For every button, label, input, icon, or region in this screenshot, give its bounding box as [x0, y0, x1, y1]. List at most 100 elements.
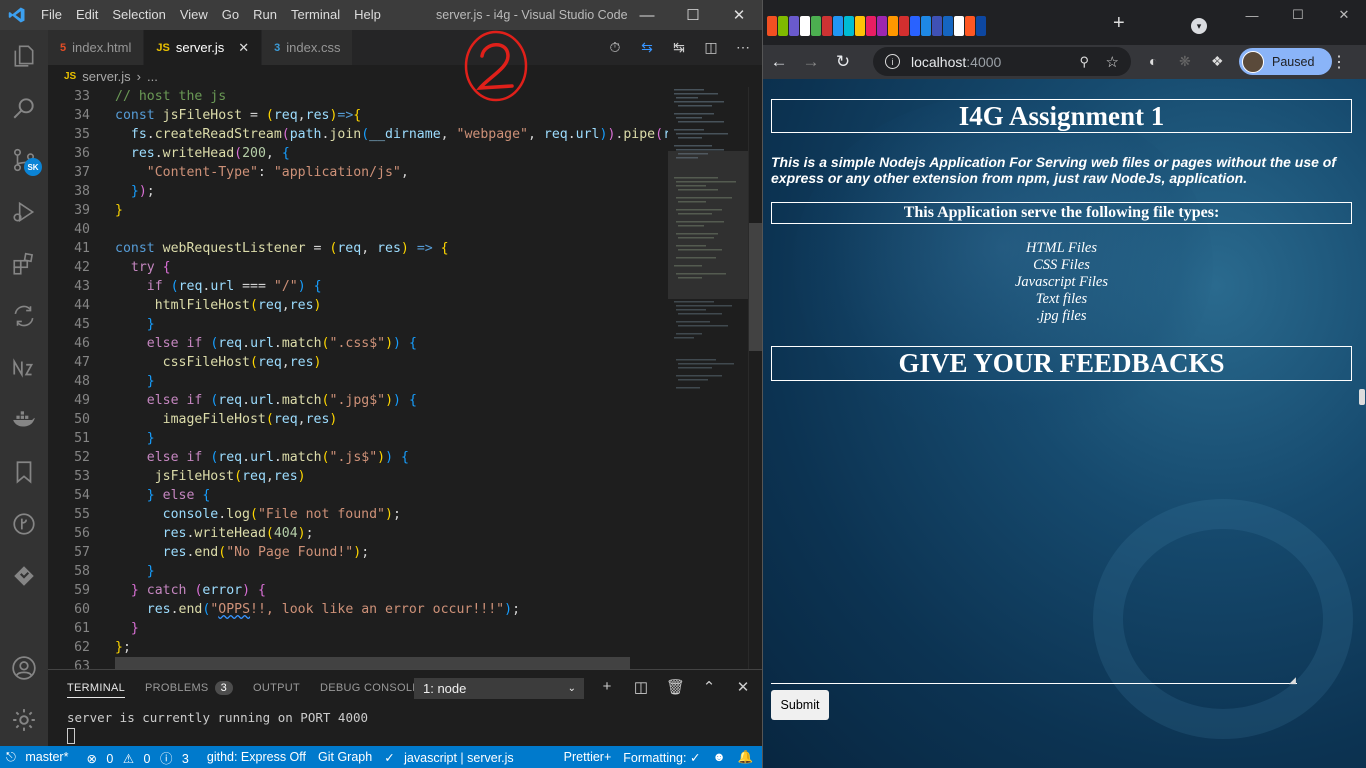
maximize-button[interactable]: ☐ — [1275, 0, 1321, 30]
split-editor-icon[interactable]: ◫ — [702, 39, 720, 56]
pinned-tab-favicon-icon[interactable] — [954, 16, 964, 36]
menu-selection[interactable]: Selection — [105, 0, 172, 30]
minimap-slider[interactable] — [668, 151, 748, 299]
npm-icon[interactable] — [0, 342, 48, 394]
submit-button[interactable]: Submit — [771, 690, 829, 720]
formatting-status[interactable]: Formatting: ✓ — [617, 750, 706, 765]
bookmarks-icon[interactable] — [0, 446, 48, 498]
vertical-scrollbar[interactable] — [748, 87, 763, 669]
tab-search-chevron-icon[interactable]: ▾ — [1191, 18, 1207, 34]
open-changes-icon[interactable]: ↹ — [670, 39, 688, 56]
pinned-tab-favicon-icon[interactable] — [789, 16, 799, 36]
pinned-tab-favicon-icon[interactable] — [855, 16, 865, 36]
chrome-menu-kebab-icon[interactable]: ⋮ — [1331, 52, 1347, 72]
split-terminal-icon[interactable]: ◫ — [632, 678, 650, 696]
menu-edit[interactable]: Edit — [69, 0, 105, 30]
close-window-button[interactable]: ✕ — [716, 0, 762, 30]
close-panel-icon[interactable]: ✕ — [734, 678, 752, 696]
menu-go[interactable]: Go — [215, 0, 246, 30]
git-graph-status[interactable]: Git Graph — [312, 750, 378, 764]
timeline-icon[interactable]: ⏱ — [606, 39, 624, 56]
trash-icon[interactable]: 🗑 — [666, 678, 685, 696]
feedback-icon[interactable]: ☻ — [706, 750, 731, 764]
githd-status[interactable]: githd: Express Off — [201, 750, 312, 764]
pinned-tab-favicon-icon[interactable] — [811, 16, 821, 36]
menu-file[interactable]: File — [34, 0, 69, 30]
tab-index-css[interactable]: 3 index.css — [262, 30, 354, 65]
menu-terminal[interactable]: Terminal — [284, 0, 347, 30]
tab-output[interactable]: OUTPUT — [253, 682, 300, 694]
pinned-tab-favicon-icon[interactable] — [800, 16, 810, 36]
reload-icon[interactable]: ↻ — [827, 52, 859, 72]
sync-icon[interactable]: ⇆ — [638, 39, 656, 56]
docker-icon[interactable] — [0, 394, 48, 446]
profile-button[interactable]: Paused — [1239, 48, 1332, 75]
pinned-tab-favicon-icon[interactable] — [833, 16, 843, 36]
forward-arrow-icon[interactable]: → — [795, 52, 827, 72]
pinned-tab-favicon-icon[interactable] — [899, 16, 909, 36]
settings-gear-icon[interactable] — [0, 694, 48, 746]
run-debug-icon[interactable] — [0, 186, 48, 238]
pinned-tab-favicon-icon[interactable] — [866, 16, 876, 36]
more-actions-icon[interactable]: ⋯ — [734, 39, 752, 56]
pinned-tab-favicon-icon[interactable] — [943, 16, 953, 36]
maximize-button[interactable]: ☐ — [670, 0, 716, 30]
extensions-icon[interactable] — [0, 238, 48, 290]
prettier-status[interactable]: Prettier+ — [558, 750, 618, 764]
accounts-icon[interactable] — [0, 642, 48, 694]
pinned-tab-favicon-icon[interactable] — [778, 16, 788, 36]
new-tab-plus-icon[interactable]: + — [1113, 12, 1125, 35]
live-share-icon[interactable] — [0, 550, 48, 602]
pinned-tab-favicon-icon[interactable] — [921, 16, 931, 36]
language-status[interactable]: ✓ javascript | server.js — [378, 750, 525, 765]
minimap[interactable] — [668, 87, 748, 669]
problems-status[interactable]: ⊗ 0 ⚠ 0 ⓘ 3 — [80, 748, 200, 767]
tab-index-html[interactable]: 5 index.html — [48, 30, 145, 65]
new-terminal-icon[interactable]: + — [598, 678, 616, 696]
extension-circle-icon[interactable]: ◐ — [1149, 53, 1157, 69]
pinned-tab-favicon-icon[interactable] — [888, 16, 898, 36]
close-tab-icon[interactable]: ✕ — [238, 40, 249, 56]
tab-problems[interactable]: PROBLEMS 3 — [145, 681, 233, 695]
feedback-textarea[interactable] — [771, 384, 1297, 684]
close-window-button[interactable]: ✕ — [1321, 0, 1366, 30]
bookmark-star-icon[interactable]: ☆ — [1106, 53, 1119, 71]
terminal-select[interactable]: 1: node ⌄ — [414, 678, 584, 699]
search-icon[interactable] — [0, 82, 48, 134]
pinned-tab-favicon-icon[interactable] — [822, 16, 832, 36]
pinned-tab-favicon-icon[interactable] — [767, 16, 777, 36]
code-editor[interactable]: 33 // host the js 34 const jsFileHost = (re… — [48, 87, 668, 669]
breadcrumb-file[interactable]: server.js — [82, 69, 130, 84]
pinned-tab-favicon-icon[interactable] — [965, 16, 975, 36]
remote-icon[interactable] — [0, 290, 48, 342]
branch-status[interactable]: ⎋ master* — [0, 750, 80, 765]
site-info-icon[interactable]: i — [885, 54, 900, 69]
extensions-puzzle-icon[interactable]: ❖ — [1211, 53, 1224, 70]
minimize-button[interactable]: — — [1229, 0, 1275, 30]
explorer-icon[interactable] — [0, 30, 48, 82]
resize-grip-icon[interactable]: ◢ — [1289, 675, 1296, 686]
back-arrow-icon[interactable]: ← — [763, 52, 795, 72]
extension-bug-icon[interactable]: ❋ — [1179, 53, 1191, 70]
terminal-cursor[interactable] — [67, 728, 75, 744]
address-bar[interactable]: i localhost:4000 ⚲ ☆ — [873, 47, 1131, 76]
tab-debug-console[interactable]: DEBUG CONSOLE — [320, 682, 420, 694]
source-control-icon[interactable]: SK — [0, 134, 48, 186]
zoom-magnifier-icon[interactable]: ⚲ — [1079, 54, 1089, 70]
notifications-bell-icon[interactable]: 🔔 — [732, 750, 760, 765]
horizontal-scrollbar[interactable] — [115, 657, 630, 669]
git-graph-icon[interactable] — [0, 498, 48, 550]
pinned-tab-favicon-icon[interactable] — [877, 16, 887, 36]
tab-server-js[interactable]: JS server.js ✕ — [144, 30, 263, 65]
tab-terminal[interactable]: TERMINAL — [67, 682, 126, 698]
pinned-tab-favicon-icon[interactable] — [976, 16, 986, 36]
menu-view[interactable]: View — [173, 0, 215, 30]
scrollbar-thumb[interactable] — [749, 223, 763, 351]
pinned-tab-favicon-icon[interactable] — [844, 16, 854, 36]
pinned-tab-favicon-icon[interactable] — [932, 16, 942, 36]
minimize-button[interactable]: — — [624, 0, 670, 30]
breadcrumb-symbol[interactable]: ... — [147, 69, 158, 84]
pinned-tab-favicon-icon[interactable] — [910, 16, 920, 36]
menu-help[interactable]: Help — [347, 0, 388, 30]
menu-run[interactable]: Run — [246, 0, 284, 30]
